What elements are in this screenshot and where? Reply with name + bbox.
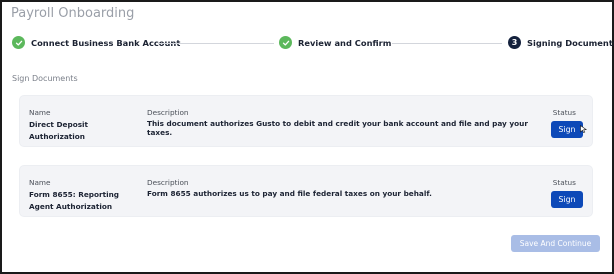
step-connect-bank: Connect Business Bank Account (12, 36, 180, 49)
sign-button[interactable]: Sign (551, 191, 583, 208)
document-description: Form 8655 authorizes us to pay and file … (147, 189, 432, 198)
page-title: Payroll Onboarding (11, 6, 135, 21)
step-review-confirm: Review and Confirm (279, 36, 391, 49)
step-connector (158, 43, 274, 44)
document-card: Name Form 8655: Reporting Agent Authoriz… (20, 166, 592, 216)
sign-button[interactable]: Sign (551, 121, 583, 138)
document-card: Name Direct Deposit Authorization Descri… (20, 96, 592, 146)
app-window: Payroll Onboarding Connect Business Bank… (0, 0, 614, 274)
save-and-continue-button[interactable]: Save And Continue (511, 235, 600, 252)
document-description: This document authorizes Gusto to debit … (147, 119, 528, 137)
section-label: Sign Documents (12, 74, 78, 83)
status-column-label: Status (552, 108, 576, 117)
document-name: Direct Deposit Authorization (29, 120, 89, 141)
step-label: Signing Documents (527, 37, 614, 48)
description-column-label: Description (147, 178, 189, 187)
status-column-label: Status (552, 178, 576, 187)
document-name: Form 8655: Reporting Agent Authorization (29, 190, 120, 211)
step-connector (392, 43, 502, 44)
progress-stepper: Connect Business Bank Account Review and… (12, 36, 614, 52)
name-column-label: Name (29, 108, 51, 117)
name-column-label: Name (29, 178, 51, 187)
cursor-icon (580, 125, 588, 133)
check-icon (12, 36, 25, 49)
step-number-badge: 3 (508, 36, 521, 49)
description-column-label: Description (147, 108, 189, 117)
step-label: Review and Confirm (298, 37, 392, 48)
step-signing-documents: 3 Signing Documents (508, 36, 614, 49)
check-icon (279, 36, 292, 49)
